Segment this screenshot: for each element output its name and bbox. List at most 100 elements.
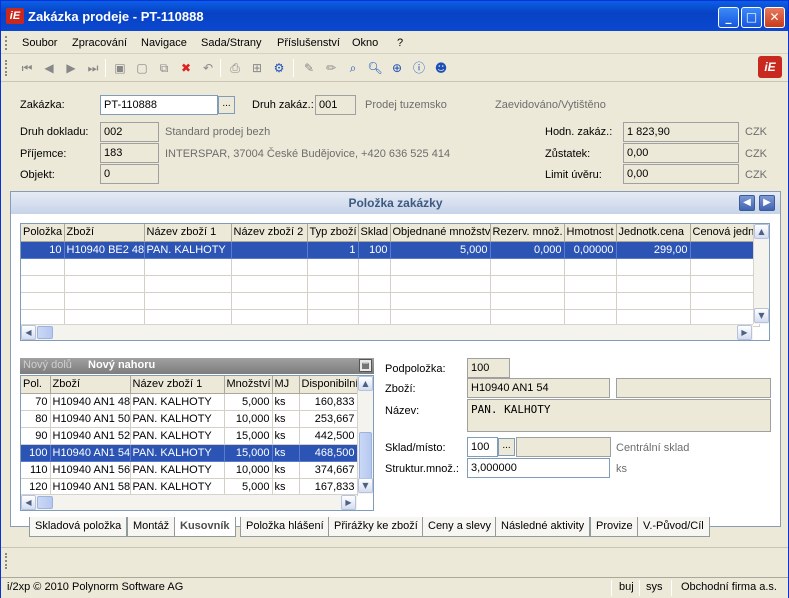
- next-item-button[interactable]: ▶: [759, 195, 775, 211]
- next-icon[interactable]: ▶: [63, 60, 79, 76]
- subtab-novy-dolu[interactable]: Nový dolů: [23, 359, 72, 371]
- grid-options-icon[interactable]: ▤: [359, 359, 372, 372]
- minimize-button[interactable]: _: [718, 7, 739, 28]
- menu-navigace[interactable]: Navigace: [141, 37, 187, 49]
- scroll-up-button[interactable]: ▲: [754, 224, 769, 239]
- cell: H10940 AN1 48: [50, 393, 131, 411]
- first-icon[interactable]: ⏮: [19, 60, 35, 76]
- copyright-text: i/2xp © 2010 Polynorm Software AG: [7, 581, 184, 593]
- col-header[interactable]: Název zboží 1: [130, 376, 225, 394]
- tree-icon[interactable]: ⊞: [249, 60, 265, 76]
- edit-icon[interactable]: ✎: [301, 60, 317, 76]
- tab-skladova-polozka[interactable]: Skladová položka: [29, 517, 128, 537]
- print-icon[interactable]: ⎙: [227, 60, 243, 76]
- sklad-lookup-button[interactable]: ...: [498, 438, 515, 456]
- druh-zakaz-label: Druh zakáz.:: [252, 99, 314, 111]
- col-header[interactable]: Sklad: [358, 224, 391, 242]
- col-header[interactable]: Množství: [224, 376, 273, 394]
- scroll-right-button[interactable]: ▶: [341, 495, 356, 510]
- table-row[interactable]: 110 H10940 AN1 56 PAN. KALHOTY 10,000 ks 374,…: [21, 461, 358, 479]
- table-row[interactable]: 90 H10940 AN1 52 PAN. KALHOTY 15,000 ks 442,5…: [21, 427, 358, 445]
- menu-help[interactable]: ?: [397, 37, 403, 49]
- col-header[interactable]: Název zboží 2: [231, 224, 308, 242]
- search-icon[interactable]: ⌕: [345, 60, 361, 76]
- settings-icon[interactable]: ⚙: [271, 60, 287, 76]
- tab-ceny-slevy[interactable]: Ceny a slevy: [422, 517, 497, 537]
- tab-prirazky[interactable]: Přirážky ke zboží: [328, 517, 424, 537]
- col-header[interactable]: Hmotnost: [564, 224, 617, 242]
- maximize-button[interactable]: □: [741, 7, 762, 28]
- scroll-left-button[interactable]: ◀: [21, 495, 36, 510]
- col-header[interactable]: Typ zboží: [307, 224, 359, 242]
- close-button[interactable]: ✕: [764, 7, 785, 28]
- prev-item-button[interactable]: ◀: [739, 195, 755, 211]
- col-header[interactable]: Pol.: [21, 376, 51, 394]
- last-icon[interactable]: ⏭: [85, 60, 101, 76]
- sub-grid-hscroll[interactable]: ◀ ▶: [21, 494, 357, 510]
- cell: 70: [21, 393, 51, 411]
- zoom-icon[interactable]: 🔍︎: [367, 60, 383, 76]
- menu-soubor[interactable]: Soubor: [22, 37, 57, 49]
- tab-nasledne-aktivity[interactable]: Následné aktivity: [495, 517, 591, 537]
- scroll-down-button[interactable]: ▼: [358, 478, 373, 493]
- scroll-right-button[interactable]: ▶: [737, 325, 752, 340]
- col-header[interactable]: Cenová jedno: [690, 224, 760, 242]
- col-header[interactable]: Položka: [21, 224, 65, 242]
- hodn-label: Hodn. zakáz.:: [545, 126, 613, 138]
- menu-prislusenstvi[interactable]: Příslušenství: [277, 37, 340, 49]
- sklad-input[interactable]: 100: [467, 437, 498, 457]
- struktur-input[interactable]: 3,000000: [467, 458, 610, 478]
- prijemce-label: Příjemce:: [20, 148, 67, 160]
- col-header[interactable]: Zboží: [50, 376, 131, 394]
- tab-puvod-cil[interactable]: V.-Původ/Cíl: [637, 517, 710, 537]
- table-row[interactable]: 80 H10940 AN1 50 PAN. KALHOTY 10,000 ks 253,6…: [21, 410, 358, 428]
- zoom2-icon[interactable]: ⊕: [389, 60, 405, 76]
- menu-zpracovani[interactable]: Zpracování: [72, 37, 127, 49]
- col-header[interactable]: Jednotk.cena: [616, 224, 691, 242]
- info-icon[interactable]: ⓘ: [411, 60, 427, 76]
- scroll-down-button[interactable]: ▼: [754, 308, 769, 323]
- sub-grid-vscroll[interactable]: ▲ ▼: [357, 376, 373, 494]
- table-row[interactable]: 100 H10940 AN1 54 PAN. KALHOTY 15,000 ks 468,…: [21, 444, 358, 462]
- toolbar-separator: [105, 59, 106, 77]
- scroll-left-button[interactable]: ◀: [21, 325, 36, 340]
- podpolozka-label: Podpoložka:: [385, 363, 446, 375]
- menu-okno[interactable]: Okno: [352, 37, 378, 49]
- col-header[interactable]: MJ: [272, 376, 300, 394]
- main-grid-hscroll[interactable]: ◀ ▶: [21, 324, 753, 340]
- menu-sada-strany[interactable]: Sada/Strany: [201, 37, 262, 49]
- zakazka-input[interactable]: PT-110888: [100, 95, 218, 115]
- user-icon[interactable]: ☻: [433, 60, 449, 76]
- tab-polozka-hlaseni[interactable]: Položka hlášení: [240, 517, 330, 537]
- tab-kusovnik[interactable]: Kusovník: [174, 517, 236, 537]
- col-header[interactable]: Zboží: [64, 224, 145, 242]
- table-row[interactable]: [21, 275, 760, 293]
- scroll-thumb[interactable]: [37, 326, 53, 339]
- table-row[interactable]: 120 H10940 AN1 58 PAN. KALHOTY 5,000 ks 167,8…: [21, 478, 358, 496]
- col-header[interactable]: Rezerv. množ.: [490, 224, 565, 242]
- scroll-up-button[interactable]: ▲: [358, 376, 373, 391]
- prev-icon[interactable]: ◀: [41, 60, 57, 76]
- scroll-thumb[interactable]: [37, 496, 53, 509]
- new-icon[interactable]: ▢: [134, 60, 150, 76]
- col-header[interactable]: Objednané množství: [390, 224, 491, 242]
- edit2-icon[interactable]: ✏: [323, 60, 339, 76]
- table-row[interactable]: 70 H10940 AN1 48 PAN. KALHOTY 5,000 ks 160,83…: [21, 393, 358, 411]
- cell: 5,000: [390, 241, 491, 259]
- tab-montaz[interactable]: Montáž: [127, 517, 176, 537]
- col-header[interactable]: Název zboží 1: [144, 224, 232, 242]
- cell: PAN. KALHOTY: [130, 393, 225, 411]
- table-row[interactable]: [21, 258, 760, 276]
- save-icon[interactable]: ▣: [112, 60, 128, 76]
- main-grid-vscroll[interactable]: ▲ ▼: [753, 224, 769, 324]
- undo-icon[interactable]: ↶: [200, 60, 216, 76]
- zakazka-lookup-button[interactable]: ...: [218, 96, 235, 114]
- delete-icon[interactable]: ✖: [178, 60, 194, 76]
- subtab-novy-nahoru[interactable]: Nový nahoru: [88, 359, 155, 371]
- col-header[interactable]: Disponibilní: [299, 376, 358, 394]
- scroll-thumb[interactable]: [359, 432, 372, 480]
- table-row[interactable]: [21, 292, 760, 310]
- copy-icon[interactable]: ⧉: [156, 60, 172, 76]
- tab-provize[interactable]: Provize: [590, 517, 639, 537]
- table-row[interactable]: 10 H10940 BE2 48 PAN. KALHOTY 1 100 5,00…: [21, 241, 760, 259]
